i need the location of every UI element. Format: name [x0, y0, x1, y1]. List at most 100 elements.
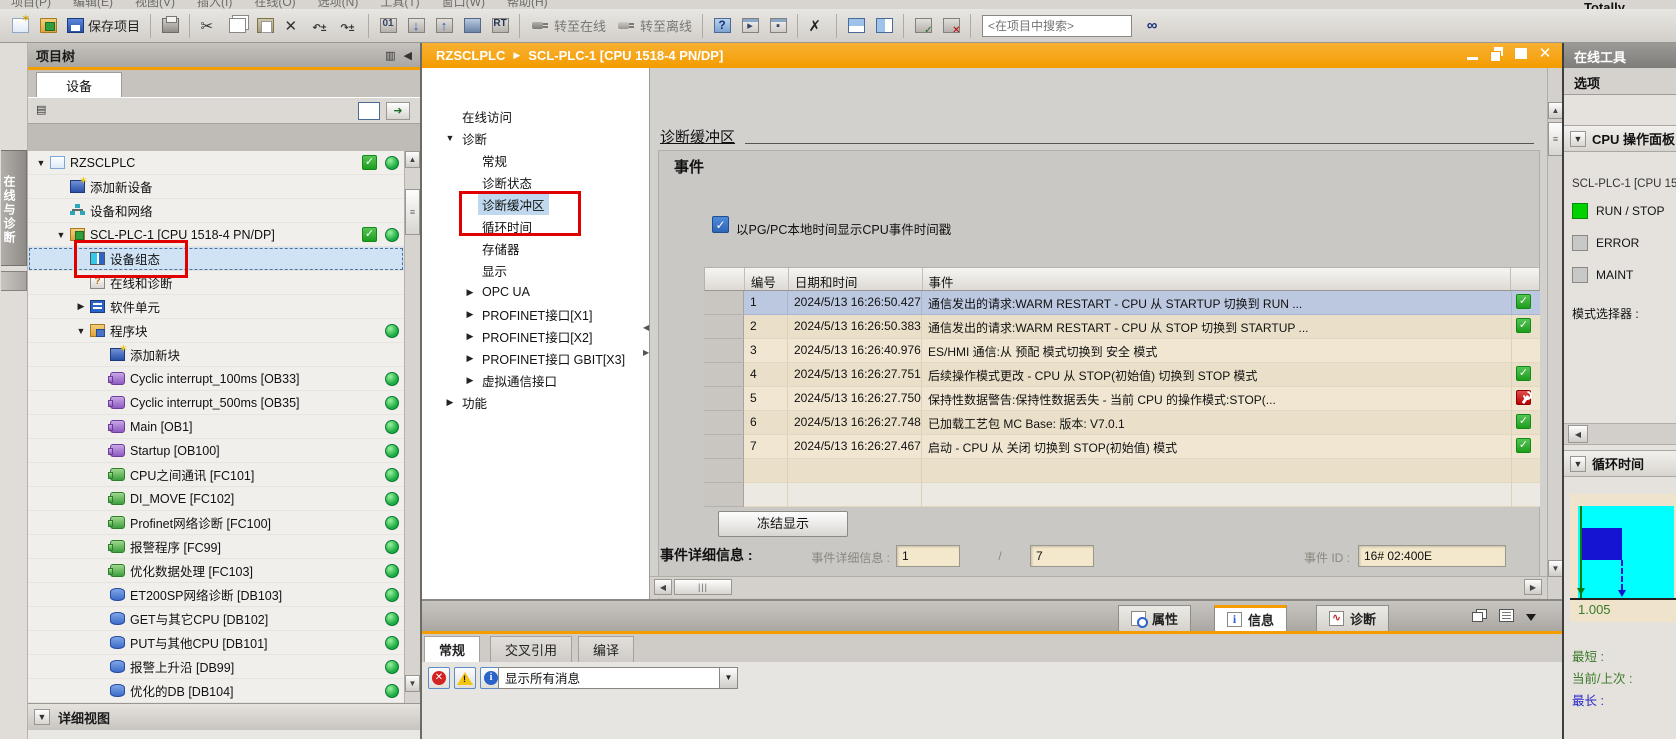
scroll-handle[interactable]: ||| [674, 579, 732, 595]
delete-button[interactable]: ✕ [280, 13, 306, 39]
breadcrumb-device[interactable]: SCL-PLC-1 [CPU 1518-4 PN/DP] [528, 48, 723, 63]
row-selector-cell[interactable] [704, 339, 744, 363]
minimize-icon[interactable] [1466, 47, 1480, 61]
nav-item[interactable]: ▶PROFINET接口[X2] [422, 325, 648, 347]
go-online-button[interactable]: 转至在线 [526, 13, 610, 39]
options-label[interactable]: 选项 [1564, 68, 1676, 95]
tree-item[interactable]: 报警程序 [FC99] [28, 535, 404, 559]
scroll-handle[interactable]: ≡ [405, 189, 420, 235]
nav-item[interactable]: 显示 [422, 259, 648, 281]
expander-icon[interactable]: ▶ [74, 301, 88, 312]
open-project-button[interactable] [35, 13, 61, 39]
tab-info[interactable]: 信息 [1214, 605, 1287, 631]
row-selector-cell[interactable] [704, 363, 744, 387]
row-selector-cell[interactable] [704, 411, 744, 435]
breadcrumb-project[interactable]: RZSCLPLC [436, 48, 505, 63]
menu-item[interactable]: 编辑(E) [73, 0, 113, 9]
event-detail-current-field[interactable]: 1 [896, 545, 960, 567]
cpu-panel-section[interactable]: ▼ CPU 操作面板 [1564, 125, 1676, 152]
expander-icon[interactable]: ▶ [442, 397, 458, 408]
keep-connection-button[interactable] [910, 13, 936, 39]
scroll-left-icon[interactable]: ◀ [1568, 425, 1588, 443]
header-cell[interactable]: 事件 [923, 268, 1512, 290]
scroll-left-icon[interactable]: ◀ [654, 579, 672, 595]
collapse-panel-icon[interactable]: ◀ [404, 49, 412, 62]
go-offline-button[interactable]: 转至离线 [612, 13, 696, 39]
warning-filter-button[interactable] [454, 667, 476, 689]
maximize-icon[interactable] [1514, 47, 1528, 61]
tree-item[interactable]: 添加新设备 [28, 175, 404, 199]
tree-item[interactable]: ▼RZSCLPLC✓ [28, 151, 404, 175]
menu-item[interactable]: 窗口(W) [442, 0, 485, 9]
paste-button[interactable] [252, 13, 278, 39]
event-row[interactable]: 52024/5/13 16:26:27.750保持性数据警告:保持性数据丢失 -… [704, 387, 1540, 411]
list-view-icon[interactable] [1499, 609, 1514, 622]
tree-item[interactable]: ▼程序块 [28, 319, 404, 343]
event-row[interactable]: 62024/5/13 16:26:27.748已加载工艺包 MC Base: 版… [704, 411, 1540, 435]
undo-button[interactable]: ↶± [308, 13, 334, 39]
rail-tab-stub[interactable] [1, 271, 27, 291]
expander-icon[interactable]: ▶ [462, 331, 478, 342]
split-horizontal-button[interactable] [843, 13, 869, 39]
download-to-device-button[interactable]: ↓ [403, 13, 429, 39]
redo-button[interactable]: ↷± [336, 13, 362, 39]
row-selector-cell[interactable] [704, 315, 744, 339]
start-simulation-button[interactable]: ▸ [737, 13, 763, 39]
new-project-button[interactable]: ✶ [7, 13, 33, 39]
auto-collapse-icon[interactable]: ▥ [385, 49, 395, 62]
accessible-devices-button[interactable]: ? [709, 13, 735, 39]
nav-item[interactable]: ▶PROFINET接口[X1] [422, 303, 648, 325]
table-view-icon[interactable] [358, 102, 380, 120]
nav-item[interactable]: 存储器 [422, 237, 648, 259]
freeze-display-button[interactable]: 冻结显示 [718, 511, 848, 537]
scroll-handle[interactable]: ≡ [1548, 122, 1563, 156]
menu-item[interactable]: 帮助(H) [507, 0, 548, 9]
event-row[interactable]: 12024/5/13 16:26:50.427通信发出的请求:WARM REST… [704, 291, 1540, 315]
device-snapshot-button[interactable] [459, 13, 485, 39]
message-filter-dropdown[interactable]: 显示所有消息 ▼ [498, 667, 738, 689]
details-view-bar[interactable]: ▼ 详细视图 [28, 703, 420, 730]
tab-diagnostics[interactable]: 诊断 [1316, 605, 1389, 631]
tree-item[interactable]: 报警上升沿 [DB99] [28, 655, 404, 679]
panel-scrollbar[interactable]: ◀ [1564, 423, 1676, 445]
project-search-input[interactable] [982, 15, 1132, 37]
scroll-up-icon[interactable]: ▲ [1548, 102, 1563, 119]
save-project-button[interactable]: 保存项目 [63, 13, 144, 39]
tree-item[interactable]: 添加新块 [28, 343, 404, 367]
subtab-compile[interactable]: 编译 [578, 636, 634, 662]
scroll-down-icon[interactable]: ▼ [405, 675, 420, 692]
tree-item[interactable]: 优化的DB [DB104] [28, 679, 404, 703]
rt-download-button[interactable]: RT [487, 13, 513, 39]
scroll-right-icon[interactable]: ▶ [1524, 579, 1542, 595]
upload-from-device-button[interactable]: ↑ [431, 13, 457, 39]
tab-devices[interactable]: 设备 [36, 72, 122, 97]
timestamp-checkbox[interactable]: ✓ [712, 216, 729, 233]
tab-online-diagnostics[interactable]: 在线与诊断 [1, 150, 27, 266]
expander-icon[interactable]: ▶ [462, 353, 478, 364]
expander-icon[interactable]: ▼ [54, 230, 68, 240]
row-selector-cell[interactable] [704, 387, 744, 411]
expander-icon[interactable]: ▶ [462, 375, 478, 386]
cross-reference-button[interactable]: ✗ [804, 13, 830, 39]
expander-icon[interactable]: ▼ [442, 133, 458, 143]
horizontal-scrollbar[interactable]: ◀ ||| ▶ [650, 576, 1547, 598]
cut-button[interactable]: ✂ [196, 13, 222, 39]
expander-icon[interactable]: ▼ [34, 158, 48, 168]
event-row[interactable]: 42024/5/13 16:26:27.751后续操作模式更改 - CPU 从 … [704, 363, 1540, 387]
event-id-field[interactable]: 16# 02:400E [1358, 545, 1506, 567]
header-cell[interactable]: 编号 [745, 268, 789, 290]
nav-item[interactable]: ▶OPC UA [422, 281, 648, 303]
nav-item[interactable]: 在线访问 [422, 105, 648, 127]
tree-item[interactable]: DI_MOVE [FC102] [28, 487, 404, 511]
expander-icon[interactable]: ▶ [462, 309, 478, 320]
nav-item[interactable]: 常规 [422, 149, 648, 171]
chevron-down-icon[interactable]: ▼ [34, 709, 50, 725]
chevron-down-icon[interactable] [1526, 614, 1536, 621]
menu-item[interactable]: 插入(I) [197, 0, 232, 9]
close-icon[interactable]: ✕ [1538, 47, 1552, 61]
event-detail-total-field[interactable]: 7 [1030, 545, 1094, 567]
tree-item[interactable]: Profinet网络诊断 [FC100] [28, 511, 404, 535]
expander-icon[interactable]: ▶ [462, 287, 478, 298]
compile-button[interactable]: 01 [375, 13, 401, 39]
library-view-button[interactable]: ∞ [1139, 13, 1165, 39]
